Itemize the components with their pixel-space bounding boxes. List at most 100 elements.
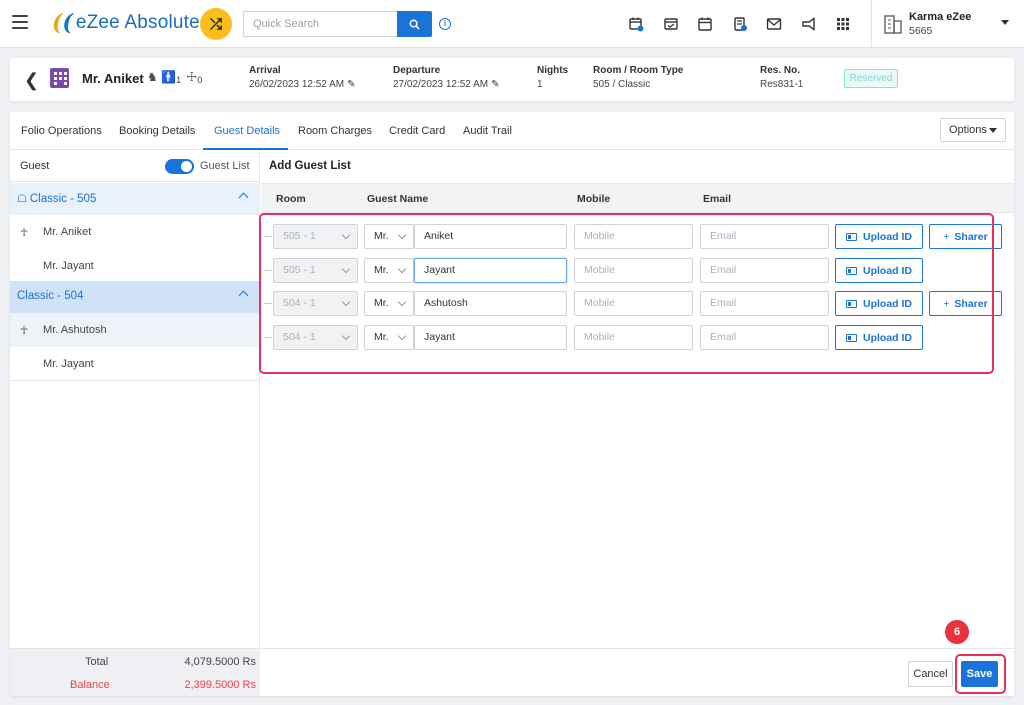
top-icon-bar — [625, 13, 867, 35]
options-label: Options — [949, 124, 987, 136]
chevron-up-icon[interactable] — [238, 192, 249, 203]
adult-icon: 🚹 — [161, 70, 177, 84]
invoice-icon[interactable] — [729, 13, 751, 35]
caret-down-icon — [989, 128, 997, 133]
child-icon: ☩ — [186, 70, 198, 84]
resno-field: Res. No. Res831-1 — [760, 65, 803, 90]
departure-value: 27/02/2023 12:52 AM — [393, 79, 489, 90]
edit-arrival-icon[interactable]: ✎ — [347, 79, 355, 90]
guest-name: Mr. Aniket — [82, 71, 144, 86]
tab-bar: Folio Operations Booking Details Guest D… — [10, 112, 1014, 150]
guest-item-name: Mr. Aniket — [43, 226, 92, 238]
divider — [10, 380, 260, 381]
action-footer: Cancel Save — [261, 648, 1014, 696]
guest-list-title: Add Guest List — [269, 160, 351, 172]
user-code: 5665 — [909, 25, 933, 37]
column-header-mobile: Mobile — [577, 193, 611, 205]
room-group-label: Classic - 504 — [17, 290, 84, 302]
calendar-icon[interactable] — [694, 13, 716, 35]
shuffle-icon[interactable]: ⤮ — [200, 8, 232, 40]
list-item[interactable]: Mr. Jayant — [10, 249, 260, 283]
nights-field: Nights 1 — [537, 65, 568, 90]
menu-icon[interactable] — [12, 15, 28, 29]
column-header-guest-name: Guest Name — [367, 193, 429, 205]
totals-footer: Total 4,079.5000 Rs Balance 2,399.5000 R… — [10, 648, 260, 696]
edit-departure-icon[interactable]: ✎ — [491, 79, 499, 90]
primary-guest-icon: ☥ — [20, 325, 29, 337]
search-icon — [409, 19, 420, 30]
guest-item-name: Mr. Jayant — [43, 260, 94, 272]
nights-label: Nights — [537, 65, 569, 76]
room-label: Room / Room Type — [593, 65, 684, 76]
room-field: Room / Room Type 505 / Classic — [593, 65, 683, 90]
departure-label: Departure — [393, 65, 441, 76]
reservation-header: ❮ Mr. Aniket ♞ 🚹1 ☩0 Arrival 26/02/2023 … — [10, 58, 1014, 101]
tab-booking-details[interactable]: Booking Details — [119, 125, 195, 137]
chevron-up-icon[interactable] — [238, 290, 249, 301]
divider — [871, 0, 872, 48]
mail-icon[interactable] — [763, 13, 785, 35]
back-arrow-icon[interactable]: ❮ — [24, 70, 39, 91]
calendar-add-icon[interactable] — [625, 13, 647, 35]
tab-credit-card[interactable]: Credit Card — [389, 125, 445, 137]
departure-field: Departure 27/02/2023 12:52 AM ✎ — [393, 65, 499, 90]
tab-folio-operations[interactable]: Folio Operations — [21, 125, 102, 137]
resno-value: Res831-1 — [760, 79, 804, 90]
child-count: 0 — [197, 75, 203, 85]
guest-sidebar-title: Guest — [20, 160, 50, 172]
room-value: 505 / Classic — [593, 79, 651, 90]
resno-label: Res. No. — [760, 65, 801, 76]
balance-label: Balance — [70, 679, 110, 691]
top-bar: (( eZee Absolute ⤮ i Karma eZee — [0, 0, 1024, 48]
caret-down-icon[interactable] — [1001, 20, 1009, 25]
guest-sidebar: Guest Guest List ☖ Classic - 505 ☥ Mr. An… — [10, 150, 260, 696]
room-group-classic-505[interactable]: ☖ Classic - 505 — [10, 183, 260, 215]
options-dropdown[interactable]: Options — [940, 118, 1006, 142]
column-header-email: Email — [703, 193, 732, 205]
status-badge: Reserved — [844, 69, 898, 88]
arrival-field: Arrival 26/02/2023 12:52 AM ✎ — [249, 65, 355, 90]
room-group-label: Classic - 505 — [29, 193, 97, 205]
guest-profile-icon[interactable]: ♞ — [147, 70, 158, 84]
cancel-button[interactable]: Cancel — [908, 661, 953, 687]
apps-grid-icon[interactable] — [832, 13, 854, 35]
megaphone-icon[interactable] — [798, 13, 820, 35]
guest-sidebar-header: Guest Guest List — [10, 150, 260, 182]
app-logo[interactable]: (( eZee Absolute — [52, 12, 200, 34]
main-panel: Folio Operations Booking Details Guest D… — [10, 112, 1014, 696]
list-item[interactable]: ☥ Mr. Ashutosh — [10, 313, 260, 347]
tab-audit-trail[interactable]: Audit Trail — [463, 125, 512, 137]
guest-rows-highlight — [259, 213, 994, 374]
guest-list-header: Room Guest Name Mobile Email — [261, 183, 1014, 213]
step-badge: 6 — [945, 620, 969, 644]
save-button-highlight — [955, 654, 1006, 694]
guest-list-toggle[interactable] — [165, 159, 194, 174]
hotel-icon — [50, 68, 69, 88]
room-icon: ☖ — [17, 193, 27, 205]
building-icon — [884, 15, 902, 34]
list-item[interactable]: Mr. Jayant — [10, 347, 260, 381]
column-header-room: Room — [276, 193, 306, 205]
quick-search-input[interactable] — [243, 11, 397, 37]
calendar-check-icon[interactable] — [660, 13, 682, 35]
total-label: Total — [85, 656, 109, 668]
pax-counts: ♞ 🚹1 ☩0 — [147, 70, 202, 85]
logo-text: eZee Absolute — [75, 12, 200, 33]
room-group-classic-504[interactable]: Classic - 504 — [10, 281, 260, 313]
nights-value: 1 — [537, 79, 543, 90]
tab-room-charges[interactable]: Room Charges — [298, 125, 372, 137]
adult-count: 1 — [176, 75, 182, 85]
search-button[interactable] — [397, 11, 432, 37]
tab-guest-details[interactable]: Guest Details — [214, 125, 280, 137]
primary-guest-icon: ☥ — [20, 227, 29, 239]
user-name: Karma eZee — [909, 11, 972, 23]
arrival-label: Arrival — [249, 65, 281, 76]
total-value: 4,079.5000 Rs — [184, 656, 256, 668]
arrival-value: 26/02/2023 12:52 AM — [249, 79, 345, 90]
guest-item-name: Mr. Ashutosh — [43, 324, 107, 336]
list-item[interactable]: ☥ Mr. Aniket — [10, 215, 260, 249]
logo-mark-icon: (( — [52, 10, 73, 36]
guest-list-toggle-label: Guest List — [200, 160, 250, 172]
balance-value: 2,399.5000 Rs — [184, 679, 256, 691]
info-icon[interactable]: i — [439, 18, 451, 30]
